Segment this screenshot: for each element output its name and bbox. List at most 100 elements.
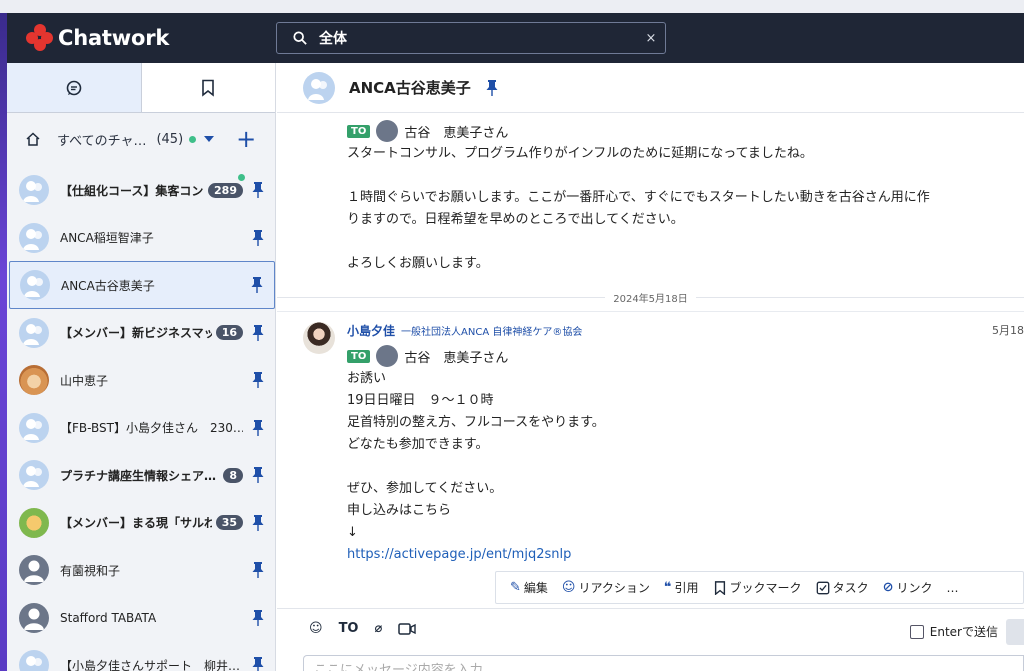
message-line [347,165,930,187]
pin-icon[interactable] [251,229,265,247]
room-avatar [19,317,49,348]
message-body: スタートコンサル、プログラム作りがインフルのために延期になってましたね。 １時間… [347,143,930,275]
person-avatar-icon [376,345,399,367]
chatwork-logo[interactable]: Chatwork [25,23,169,53]
message-line: お誘い [347,371,387,386]
sender-name[interactable]: 小島夕佳 [347,322,395,339]
pin-icon[interactable] [251,561,265,579]
send-button[interactable] [1006,619,1024,645]
desktop-edge [0,13,7,671]
message-line: 足首特別の整え方、フルコースをやります。 [347,415,605,430]
to-name: 古谷 恵美子さん [404,125,509,141]
room-item[interactable]: 【仕組化コース】集客コン… 289 [9,166,275,214]
to-line: TO 古谷 恵美子さん [347,344,605,368]
unread-badge: 8 [223,467,243,483]
enter-send-label: Enterで送信 [929,625,998,639]
message-link[interactable]: https://activepage.jp/ent/mjq2snlp [347,544,605,566]
room-item[interactable]: Stafford TABATA [9,594,275,642]
date-separator: 2024年5月18日 [277,289,1024,305]
chat-panel: ANCA古谷恵美子 TO 古谷 恵美子さん スタートコンサル、プログラム作りがイ… [277,63,1024,671]
task-button[interactable]: タスク [816,579,869,596]
mention-dot [238,174,245,181]
room-name: 有薗視和子 [60,563,121,578]
room-name: ANCA古谷恵美子 [61,278,155,293]
edit-button[interactable]: ✎ 編集 [510,579,548,596]
message-line: １時間ぐらいでお願いします。ここが一番肝心で、すぐにでもスタートしたい動きを古谷… [347,190,930,205]
pin-icon[interactable] [251,514,265,532]
to-chip: TO [347,124,371,138]
group-avatar-icon [24,276,43,297]
to-button[interactable]: TO [339,621,359,636]
filter-label[interactable]: すべてのチャ… [57,130,146,149]
unread-badge: 289 [208,182,243,198]
more-button[interactable]: … [947,581,959,595]
bookmark-button[interactable]: ブックマーク [713,579,802,596]
unread-dot [189,135,197,143]
pin-icon[interactable] [251,181,265,199]
chat-bubble-icon [66,80,82,95]
group-avatar-icon [308,78,327,100]
enter-send-checkbox[interactable] [909,624,924,639]
room-name: 【メンバー】新ビジネスマッ… [60,326,212,340]
pin-icon[interactable] [251,324,265,342]
room-avatar [19,365,49,395]
add-chat-button[interactable]: + [236,127,256,151]
pin-icon[interactable] [251,609,265,627]
search-input[interactable]: 全体 [319,28,637,48]
message-line: りますので。日程希望を早めのところで出してください。 [347,212,684,227]
message-input[interactable]: ここにメッセージ内容を入力 [303,655,1024,671]
pin-icon[interactable] [251,466,265,484]
room-name: 【仕組化コース】集客コン… [60,183,205,198]
room-filter[interactable]: すべてのチャ… (45) + [7,113,275,165]
tab-bookmarks[interactable] [141,63,275,112]
tab-chats[interactable] [7,63,142,112]
app-name: Chatwork [58,26,170,50]
room-item[interactable]: 【メンバー】新ビジネスマッ… 16 [9,309,275,357]
pin-icon[interactable] [485,79,499,97]
link-button[interactable]: ⊘ リンク [883,579,933,596]
video-call-icon[interactable] [398,622,417,636]
room-item[interactable]: ANCA古谷恵美子 [9,261,275,309]
to-chip: TO [347,349,371,363]
pin-icon[interactable] [251,371,265,389]
room-name: ANCA稲垣智津子 [60,231,154,245]
room-item[interactable]: 【小島夕佳さんサポート 柳井… [9,641,275,671]
enter-to-send-toggle[interactable]: Enterで送信 [909,623,998,640]
clear-search-icon[interactable]: × [637,31,665,46]
filter-count: (45) [156,131,184,147]
chevron-down-icon[interactable] [204,136,215,142]
search-box[interactable]: 全体 × [276,22,666,54]
sender-row: 小島夕佳 一般社団法人ANCA 自律神経ケア®協会 [347,322,582,339]
room-item[interactable]: 【メンバー】まる現「サルわ… 35 [9,499,275,547]
logo-mark-icon [25,23,55,53]
bookmark-icon [202,79,215,97]
room-avatar [19,602,49,633]
attach-file-icon[interactable]: ⌀ [374,621,382,636]
quote-button[interactable]: ❝ 引用 [664,579,699,596]
room-name: 山中恵子 [60,373,109,388]
emoji-icon[interactable]: ☺ [309,621,323,636]
home-icon[interactable] [25,131,41,147]
pin-icon[interactable] [251,656,265,671]
bookmark-icon [714,580,725,595]
room-item[interactable]: ANCA稲垣智津子 [9,214,275,262]
room-item[interactable]: プラチナ講座生情報シェア… 8 [9,451,275,499]
chat-header: ANCA古谷恵美子 [277,63,1024,113]
quote-icon: ❝ [663,580,672,595]
message-line: スタートコンサル、プログラム作りがインフルのために延期になってましたね。 [347,146,813,161]
room-item[interactable]: 有薗視和子 [9,546,275,594]
pin-icon[interactable] [250,276,264,294]
room-item[interactable]: 【FB-BST】小島夕佳さん 230… [9,404,275,452]
room-item[interactable]: 山中恵子 [9,356,275,404]
person-avatar-icon [24,608,44,630]
person-avatar-icon [24,560,44,582]
pin-icon[interactable] [251,419,265,437]
date-separator-text: 2024年5月18日 [613,293,688,305]
message-line: 申し込みはこちら [347,503,452,518]
room-avatar [19,650,49,671]
room-name: プラチナ講座生情報シェア… [60,468,217,483]
reaction-button[interactable]: ☺ リアクション [562,579,650,596]
sender-avatar[interactable] [303,322,335,354]
unread-badge: 35 [215,515,243,530]
room-avatar[interactable] [303,71,335,104]
